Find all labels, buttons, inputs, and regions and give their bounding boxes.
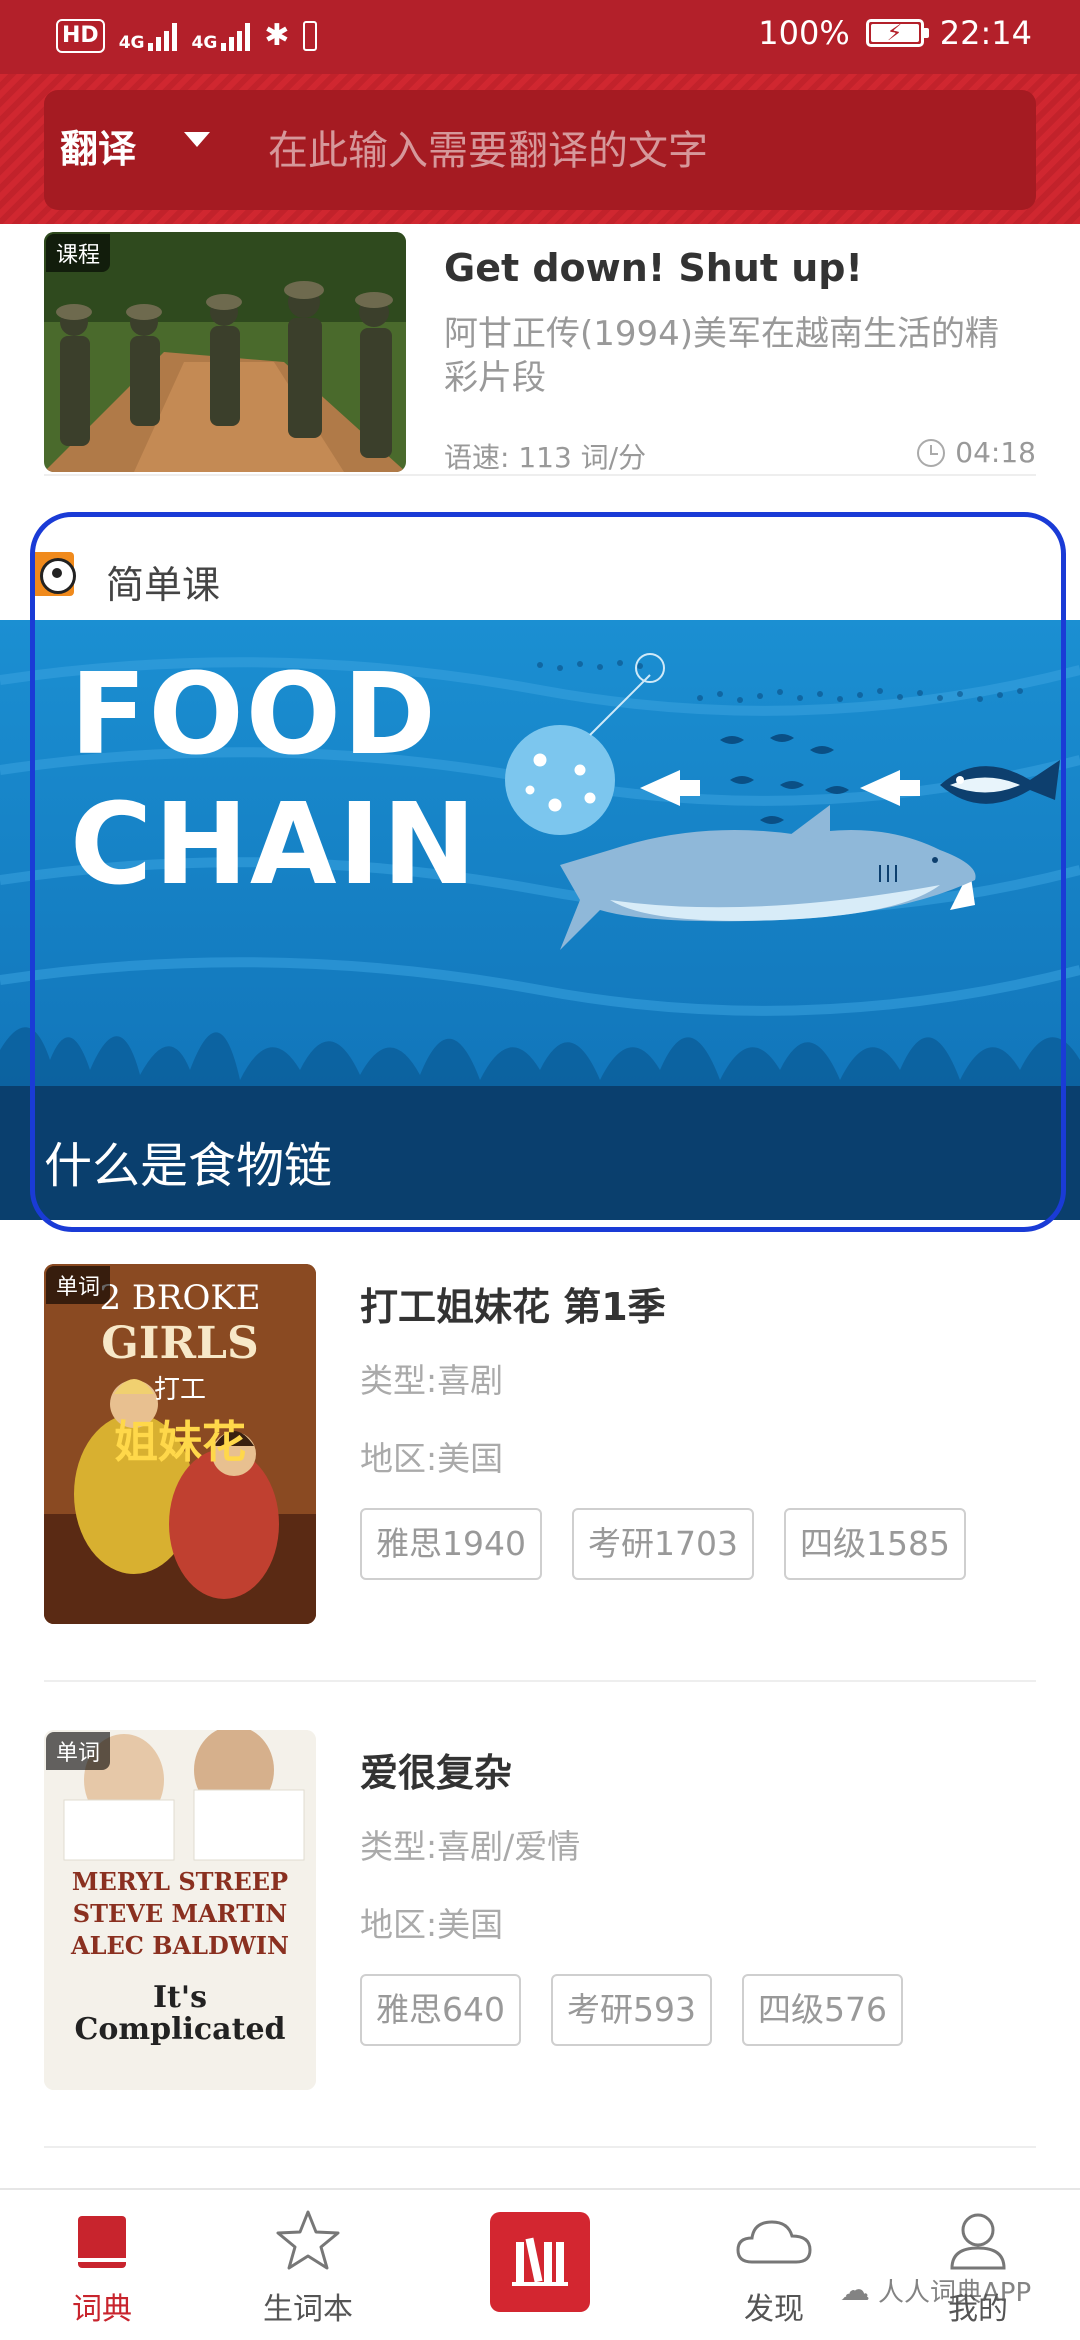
network-type-label: 4G	[118, 32, 145, 53]
banner-caption-text: 什么是食物链	[44, 1138, 333, 1194]
lesson-thumbnail[interactable]: 课程	[44, 232, 406, 472]
watermark-text: 人人词典APP	[878, 2278, 1032, 2308]
signal-icon: 4G	[119, 21, 178, 51]
star-icon	[276, 2210, 340, 2270]
search-input[interactable]: 在此输入需要翻译的文字	[268, 118, 708, 176]
nav-label: 发现	[744, 2292, 804, 2327]
nav-profile[interactable]: 我的	[898, 2190, 1058, 2340]
show-genre: 类型:喜剧/爱情	[360, 1827, 581, 1866]
translate-mode-selector[interactable]: 翻译	[60, 118, 136, 173]
banner-word-food: FOOD	[70, 650, 438, 780]
lesson-duration-value: 04:18	[955, 436, 1036, 469]
lesson-speed: 语速: 113 词/分	[444, 441, 647, 474]
course-logo-icon	[30, 552, 76, 596]
tag-ielts[interactable]: 雅思1940	[360, 1508, 542, 1580]
bluetooth-icon: ✱	[264, 18, 290, 53]
network-type-label-2: 4G	[191, 32, 218, 53]
show-region: 地区:美国	[360, 1905, 504, 1944]
tag-postgrad[interactable]: 考研593	[551, 1974, 712, 2046]
bottom-nav: 词典 生词本 发现 我的	[0, 2188, 1080, 2340]
show-title[interactable]: 爱很复杂	[360, 1742, 512, 1797]
poster-text-line3: 打工	[153, 1375, 206, 1405]
nav-discover[interactable]: 发现	[694, 2190, 854, 2340]
battery-percent: 100%	[758, 14, 850, 52]
poster-text: MERYL STREEP STEVE MARTIN ALEC BALDWIN I…	[44, 1866, 316, 2046]
show-card[interactable]: 单词 2 BROKE GIRLS 打工 姐妹花 打工姐妹花 第1季 类型:喜剧 …	[0, 1262, 1080, 1630]
search-bar: 翻译 在此输入需要翻译的文字	[44, 90, 1036, 210]
battery-icon: ⚡	[865, 19, 929, 47]
status-bar: HD 4G 4G ✱ 100% ⚡ 22:14	[0, 0, 1080, 74]
tag-cet4[interactable]: 四级1585	[783, 1508, 966, 1580]
poster-text-line1: MERYL STREEP	[71, 1867, 289, 1896]
nav-dictionary[interactable]: 词典	[22, 2190, 182, 2340]
poster-text-line4: 姐妹花	[114, 1417, 246, 1468]
battery-saver-icon	[303, 20, 318, 51]
banner-word-chain: CHAIN	[70, 780, 479, 910]
hd-badge: HD	[56, 18, 105, 53]
show-poster[interactable]: 单词 MERYL STREEP STEVE MARTIN ALEC BALDWI…	[44, 1730, 316, 2090]
poster-text-line4: It's Complicated	[74, 1980, 286, 2047]
tag-ielts[interactable]: 雅思640	[360, 1974, 521, 2046]
show-tag: 单词	[46, 1266, 111, 1304]
show-genre: 类型:喜剧	[360, 1361, 504, 1400]
lesson-description-line2: 彩片段	[444, 358, 546, 398]
poster-text-line3: ALEC BALDWIN	[71, 1931, 289, 1960]
signal-icon-2: 4G	[191, 21, 251, 53]
divider	[44, 2146, 1036, 2148]
featured-banner[interactable]: FOOD CHAIN 什么是食物链	[0, 620, 1080, 1220]
nav-library[interactable]	[490, 2212, 590, 2312]
profile-icon	[950, 2213, 1006, 2270]
search-header: 翻译 在此输入需要翻译的文字	[0, 74, 1080, 224]
show-tags: 雅思640 考研593 四级576	[360, 1974, 903, 2046]
watermark: ☁ 人人词典APP	[840, 2272, 1031, 2309]
dictionary-icon	[78, 2216, 126, 2268]
lesson-duration: 04:18	[917, 436, 1036, 469]
banner-caption: 什么是食物链	[0, 1086, 1080, 1220]
lesson-description: 阿甘正传(1994)美军在越南生活的精 彩片段	[444, 312, 1044, 400]
divider	[44, 1680, 1036, 1682]
section-title: 简单课	[106, 563, 221, 607]
show-poster[interactable]: 单词 2 BROKE GIRLS 打工 姐妹花	[44, 1264, 316, 1624]
tag-postgrad[interactable]: 考研1703	[571, 1508, 754, 1580]
show-title[interactable]: 打工姐妹花 第1季	[360, 1276, 666, 1331]
library-icon	[512, 2237, 568, 2286]
lesson-description-line1: 阿甘正传(1994)美军在越南生活的精	[444, 314, 1000, 354]
nav-label: 生词本	[263, 2292, 353, 2327]
clock-time: 22:14	[939, 14, 1032, 52]
lesson-item[interactable]: 课程 Get down! Shut up! 阿甘正传(1994)美军在越南生活的…	[0, 228, 1080, 474]
show-card[interactable]: 单词 MERYL STREEP STEVE MARTIN ALEC BALDWI…	[0, 1728, 1080, 2096]
chevron-down-icon[interactable]	[184, 132, 210, 147]
divider	[44, 474, 1036, 476]
clock-icon	[917, 438, 946, 467]
poster-text-line2: STEVE MARTIN	[72, 1899, 288, 1928]
nav-label: 词典	[72, 2292, 132, 2327]
tag-cet4[interactable]: 四级576	[742, 1974, 903, 2046]
show-region: 地区:美国	[360, 1439, 504, 1478]
nav-wordbook[interactable]: 生词本	[228, 2190, 388, 2340]
wechat-icon: ☁	[840, 2273, 870, 2308]
lesson-title[interactable]: Get down! Shut up!	[444, 246, 863, 290]
poster-text-line2: GIRLS	[101, 1318, 259, 1369]
poster-text: 2 BROKE GIRLS 打工 姐妹花	[44, 1278, 316, 1470]
lesson-tag: 课程	[46, 234, 111, 272]
show-tags: 雅思1940 考研1703 四级1585	[360, 1508, 966, 1580]
cloud-icon	[736, 2220, 812, 2264]
show-tag: 单词	[46, 1732, 111, 1770]
